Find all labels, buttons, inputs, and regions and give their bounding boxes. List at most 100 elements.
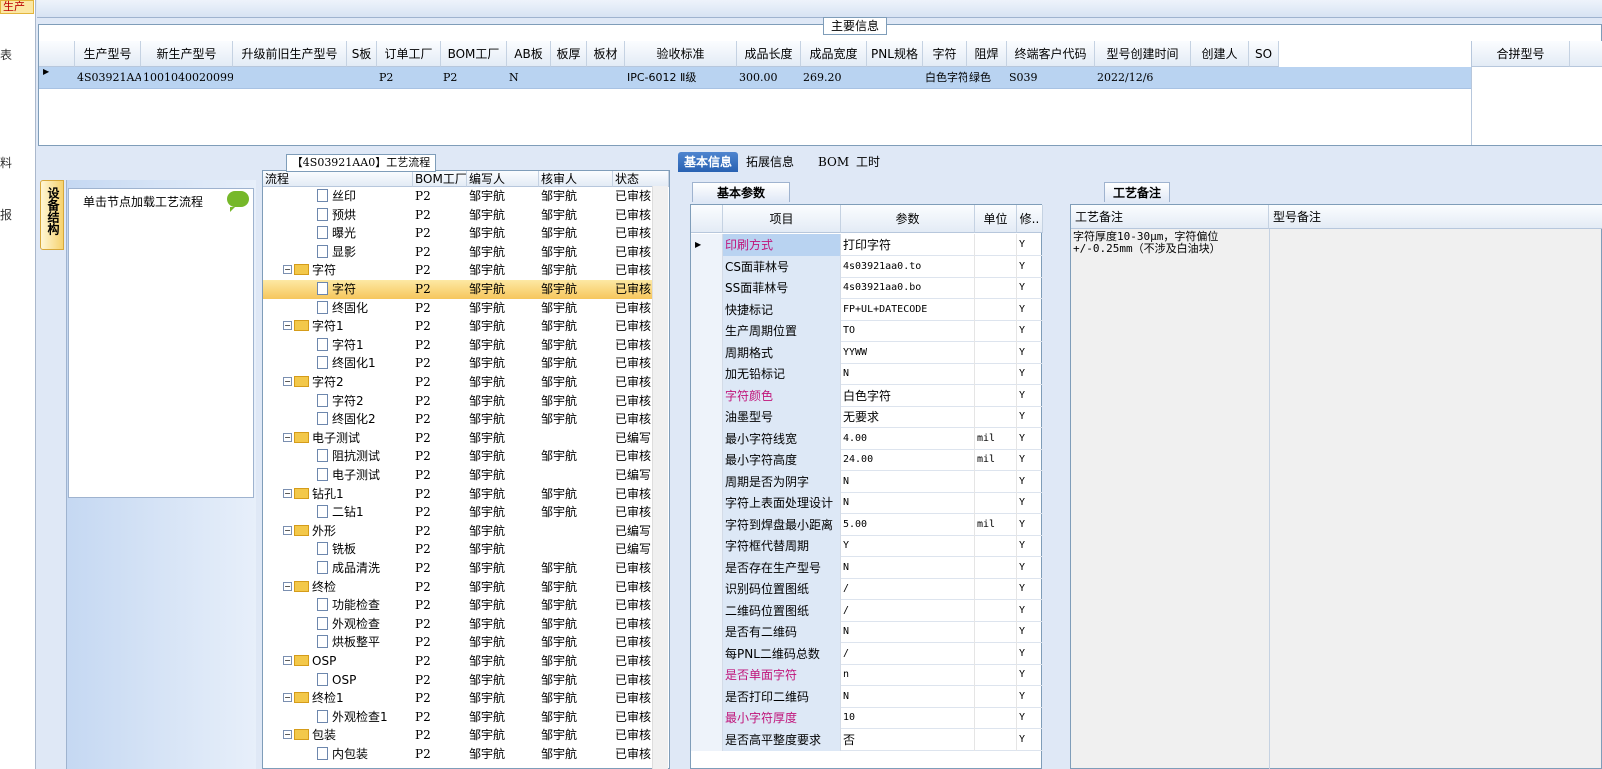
tab-work-hours[interactable]: 工时 [850, 152, 886, 172]
param-value[interactable]: / [841, 578, 975, 600]
nav-item-char[interactable]: 表 [0, 46, 12, 63]
param-row[interactable]: 字符上表面处理设计 N Y [691, 492, 1043, 514]
main-row-cell[interactable] [1191, 67, 1249, 89]
param-value[interactable]: / [841, 599, 975, 622]
process-row[interactable]: 曝光 P2 邹宇航 邹宇航 已审核 [263, 224, 659, 243]
param-row[interactable]: 是否打印二维码 N Y [691, 685, 1043, 708]
param-row[interactable]: 快捷标记 FP+UL+DATECODE Y [691, 298, 1043, 321]
pane-splitter[interactable] [1043, 178, 1051, 769]
param-value[interactable]: N [841, 470, 975, 493]
param-value[interactable]: N [841, 363, 975, 385]
param-row[interactable]: SS面菲林号 4s03921aa0.bo Y [691, 277, 1043, 299]
process-notes-text[interactable]: 字符厚度10-30μm，字符偏位 +/-0.25mm（不涉及白油块） [1073, 231, 1257, 255]
tab-extended-info[interactable]: 拓展信息 [740, 152, 800, 172]
main-row-cell[interactable] [347, 67, 377, 89]
param-value[interactable]: / [841, 642, 975, 665]
main-row-cell[interactable]: 绿色 [967, 67, 1007, 89]
main-col-header[interactable]: SO [1249, 41, 1279, 67]
param-row[interactable]: 识别码位置图纸 / Y [691, 578, 1043, 600]
main-col-header[interactable]: 板材 [587, 41, 625, 67]
main-row-cell[interactable] [1249, 67, 1279, 89]
main-row-cell[interactable]: P2 [441, 67, 507, 89]
param-value[interactable]: FP+UL+DATECODE [841, 298, 975, 321]
param-value[interactable]: N [841, 621, 975, 643]
process-row[interactable]: 功能检查 P2 邹宇航 邹宇航 已审核 [263, 596, 659, 615]
main-col-header[interactable]: 阻焊 [967, 41, 1007, 67]
process-row[interactable]: − 钻孔1 P2 邹宇航 邹宇航 已审核 [263, 485, 659, 504]
main-col-header[interactable]: S板 [347, 41, 377, 67]
collapse-icon[interactable]: − [283, 488, 292, 498]
param-row[interactable]: 是否高平整度要求否 Y [691, 728, 1043, 751]
param-value[interactable]: N [841, 685, 975, 708]
process-row[interactable]: − 字符2 P2 邹宇航 邹宇航 已审核 [263, 373, 659, 392]
process-row[interactable]: 烘板整平 P2 邹宇航 邹宇航 已审核 [263, 633, 659, 652]
param-row[interactable]: 周期是否为阴字 N Y [691, 470, 1043, 493]
main-col-header[interactable]: 验收标准 [625, 41, 737, 67]
param-value[interactable]: TO [841, 320, 975, 342]
process-row[interactable]: 字符 P2 邹宇航 邹宇航 已审核 [263, 280, 659, 299]
main-row-cell[interactable]: 2022/12/6 [1095, 67, 1191, 89]
process-row[interactable]: − 终检1 P2 邹宇航 邹宇航 已审核 [263, 689, 659, 708]
param-row[interactable]: 周期格式 YYWW Y [691, 341, 1043, 364]
param-value[interactable]: YYWW [841, 341, 975, 364]
param-value[interactable]: 无要求 [841, 406, 975, 428]
main-col-header[interactable]: 板厚 [551, 41, 587, 67]
collapse-icon[interactable]: − [283, 656, 292, 665]
process-row[interactable]: − OSP P2 邹宇航 邹宇航 已审核 [263, 652, 659, 671]
main-col-header[interactable]: 订单工厂 [377, 41, 441, 67]
main-col-header[interactable]: 升级前旧生产型号 [233, 41, 347, 67]
basic-params-title[interactable]: 基本参数 [692, 182, 790, 202]
param-value[interactable]: 10 [841, 707, 975, 729]
process-row[interactable]: − 字符 P2 邹宇航 邹宇航 已审核 [263, 261, 659, 280]
main-col-header[interactable]: 字符 [923, 41, 967, 67]
main-col-header[interactable]: BOM工厂 [441, 41, 507, 67]
process-row[interactable]: 二钻1 P2 邹宇航 邹宇航 已审核 [263, 503, 659, 522]
param-value[interactable]: 4s03921aa0.to [841, 255, 975, 278]
main-row-cell[interactable]: 10010400200993 [141, 67, 233, 89]
collapse-icon[interactable]: − [283, 265, 292, 275]
main-col-header[interactable]: 成品长度 [737, 41, 801, 67]
col-model-notes[interactable]: 型号备注 [1269, 205, 1602, 229]
param-value[interactable]: 5.00 [841, 513, 975, 536]
merge-model-header[interactable]: 合拼型号 [1472, 41, 1570, 67]
process-row[interactable]: − 终检 P2 邹宇航 邹宇航 已审核 [263, 578, 659, 597]
col-status[interactable]: 状态 [613, 171, 669, 187]
param-row[interactable]: 最小字符厚度 10 Y [691, 707, 1043, 729]
col-unit[interactable]: 单位 [975, 205, 1017, 233]
main-row-cell[interactable] [587, 67, 625, 89]
main-row-cell[interactable]: N [507, 67, 551, 89]
nav-item-char[interactable]: 报 [0, 206, 12, 223]
merge-extra-header[interactable] [1570, 41, 1602, 67]
process-row[interactable]: 丝印 P2 邹宇航 邹宇航 已审核 [263, 187, 659, 206]
col-item[interactable]: 项目 [723, 205, 841, 233]
process-row[interactable]: 终固化2 P2 邹宇航 邹宇航 已审核 [263, 410, 659, 429]
param-row[interactable]: 字符框代替周期 Y Y [691, 535, 1043, 557]
col-process-notes[interactable]: 工艺备注 [1071, 205, 1269, 229]
main-row-cell[interactable]: S039 [1007, 67, 1095, 89]
device-structure-tab[interactable]: 设备结构 [40, 180, 64, 250]
process-row[interactable]: − 包装 P2 邹宇航 邹宇航 已审核 [263, 726, 659, 745]
main-col-header[interactable]: 生产型号 [75, 41, 141, 67]
param-value[interactable]: n [841, 664, 975, 686]
col-value[interactable]: 参数 [841, 205, 975, 233]
main-row-cell[interactable]: 300.00 [737, 67, 801, 89]
process-notes-title[interactable]: 工艺备注 [1104, 182, 1170, 202]
param-row[interactable]: CS面菲林号 4s03921aa0.to Y [691, 255, 1043, 278]
process-row[interactable]: − 电子测试 P2 邹宇航 已编写 [263, 429, 659, 448]
tab-bom[interactable]: BOM [812, 152, 855, 172]
process-row[interactable]: 预烘 P2 邹宇航 邹宇航 已审核 [263, 206, 659, 225]
col-reviewer[interactable]: 核审人 [539, 171, 613, 187]
process-row[interactable]: 内包装 P2 邹宇航 邹宇航 已审核 [263, 745, 659, 764]
param-row[interactable]: ▶ 印刷方式 打印字符 Y [691, 234, 1043, 256]
collapse-icon[interactable]: − [283, 432, 292, 442]
main-row-cell[interactable] [551, 67, 587, 89]
process-row[interactable]: 成品清洗 P2 邹宇航 邹宇航 已审核 [263, 559, 659, 578]
main-col-header[interactable]: AB板 [507, 41, 551, 67]
process-row[interactable]: − 外形 P2 邹宇航 已编写 [263, 522, 659, 541]
param-value[interactable]: N [841, 556, 975, 579]
collapse-icon[interactable]: − [283, 693, 292, 703]
process-row[interactable]: 终固化 P2 邹宇航 邹宇航 已审核 [263, 299, 659, 318]
param-value[interactable]: 4.00 [841, 427, 975, 450]
param-value[interactable]: 打印字符 [841, 234, 975, 256]
param-value[interactable]: N [841, 492, 975, 514]
